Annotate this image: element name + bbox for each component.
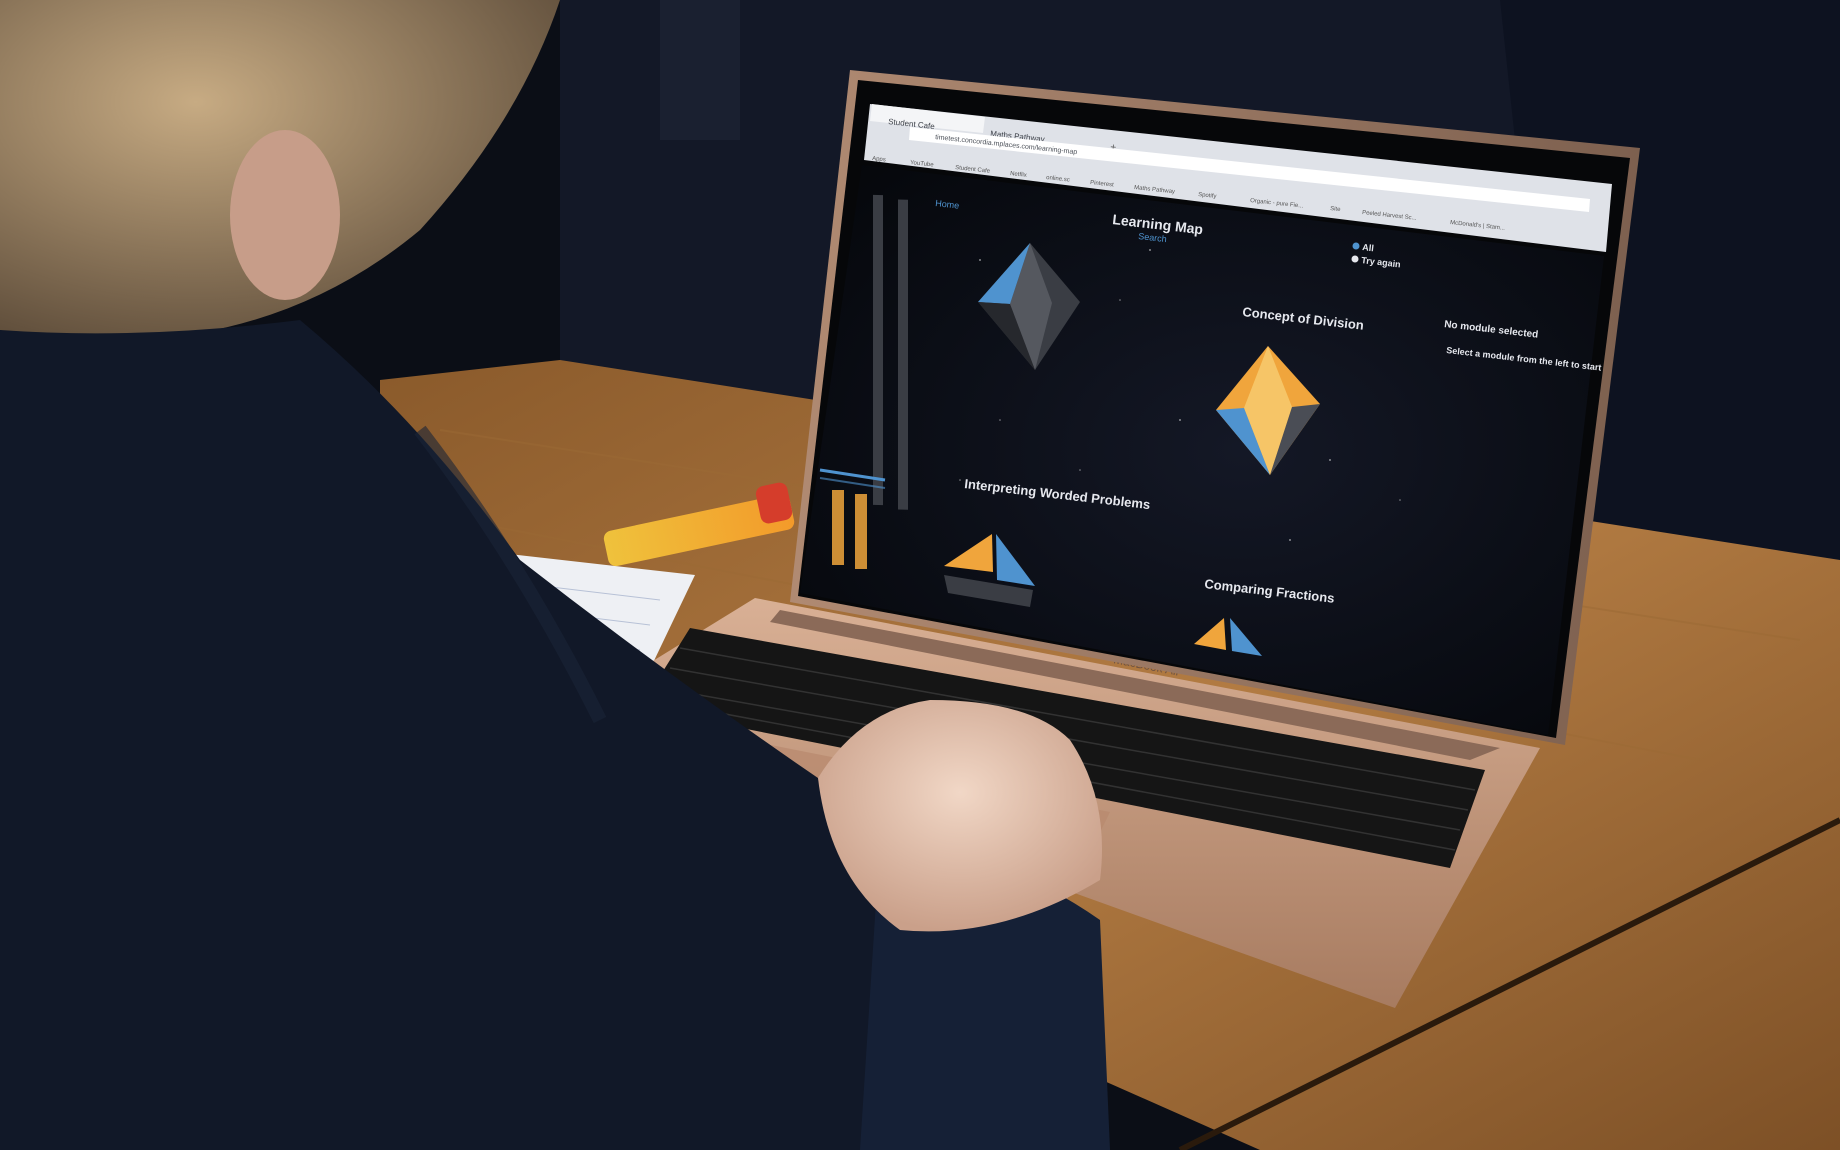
- radio-icon: [1351, 255, 1359, 263]
- filter-label: All: [1362, 242, 1375, 253]
- radio-icon: [1352, 242, 1360, 250]
- classroom-photo: MacBook Air Student Cafe Maths Pathway +…: [0, 0, 1840, 1150]
- bookmark-item[interactable]: Site: [1330, 206, 1342, 213]
- ear: [230, 130, 340, 300]
